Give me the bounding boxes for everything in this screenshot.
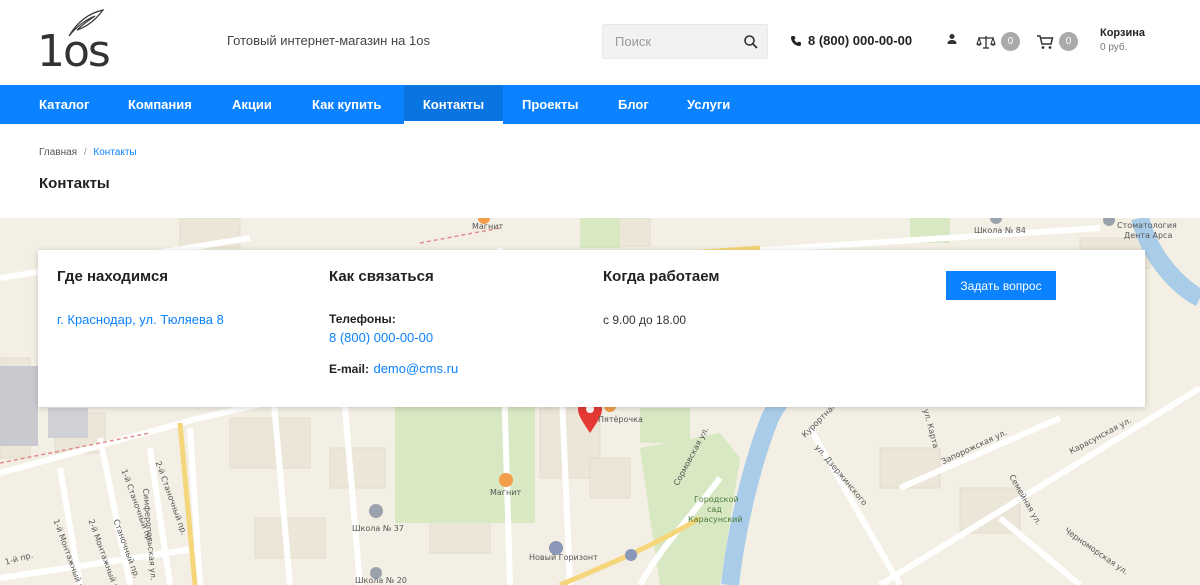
- map-label-school37: Школа № 37: [352, 524, 404, 533]
- compare-button[interactable]: 0: [976, 32, 1020, 51]
- user-icon: [947, 34, 957, 44]
- page-title: Контакты: [39, 175, 110, 192]
- map-label-magnit-2: Магнит: [490, 488, 522, 497]
- when-title: Когда работаем: [603, 268, 720, 285]
- feather-icon: [68, 9, 105, 37]
- cart-button[interactable]: 0: [1036, 32, 1078, 51]
- scales-icon: [976, 35, 996, 49]
- header: 1os Готовый интернет-магазин на 1os 8 (8…: [0, 0, 1200, 85]
- phone-link[interactable]: 8 (800) 000-00-00: [329, 330, 433, 345]
- logo[interactable]: 1os: [37, 8, 112, 77]
- nav-item-company[interactable]: Компания: [128, 85, 192, 124]
- map-label-school84: Школа № 84: [974, 226, 1026, 235]
- email-link[interactable]: demo@cms.ru: [373, 361, 458, 376]
- nav-item-catalog[interactable]: Каталог: [39, 85, 89, 124]
- main-nav: Каталог Компания Акции Как купить Контак…: [0, 85, 1200, 124]
- account-button[interactable]: [945, 32, 959, 46]
- map-label-dentistry-name: Дента Арса: [1124, 231, 1173, 240]
- search-input[interactable]: [603, 25, 733, 58]
- breadcrumb-separator: /: [83, 147, 87, 158]
- map-label-magnit: Магнит: [472, 222, 504, 231]
- phone-icon: [791, 35, 801, 46]
- nav-item-contacts[interactable]: Контакты: [404, 85, 503, 124]
- address-link[interactable]: г. Краснодар, ул. Тюляева 8: [57, 312, 224, 327]
- nav-item-promotions[interactable]: Акции: [232, 85, 272, 124]
- cart-sum: 0 руб.: [1100, 42, 1128, 53]
- breadcrumb-current: Контакты: [93, 147, 137, 158]
- how-title: Как связаться: [329, 268, 434, 285]
- map-label-dentistry: Стоматология: [1117, 221, 1177, 230]
- compare-count-badge: 0: [1001, 32, 1020, 51]
- map-label-garden: Городской: [694, 495, 739, 504]
- tagline: Готовый интернет-магазин на 1os: [227, 33, 430, 48]
- contacts-card: Где находимся г. Краснодар, ул. Тюляева …: [38, 250, 1145, 407]
- email-label: E-mail:: [329, 362, 370, 376]
- map-label-novy-gorizont: Новый Горизонт: [529, 553, 598, 562]
- map-label-garden-3: Карасунский: [688, 515, 743, 524]
- phones-label: Телефоны:: [329, 312, 396, 326]
- nav-item-services[interactable]: Услуги: [687, 85, 730, 124]
- where-title: Где находимся: [57, 268, 169, 285]
- email-row: E-mail: demo@cms.ru: [329, 360, 458, 378]
- search-icon[interactable]: [743, 34, 759, 50]
- map-label-school20: Школа № 20: [355, 576, 407, 585]
- header-phone[interactable]: 8 (800) 000-00-00: [790, 33, 912, 48]
- ask-question-button[interactable]: Задать вопрос: [946, 271, 1056, 300]
- working-hours: с 9.00 до 18.00: [603, 313, 687, 327]
- breadcrumb: Главная / Контакты: [39, 147, 137, 158]
- cart-icon: [1037, 34, 1054, 49]
- nav-item-projects[interactable]: Проекты: [522, 85, 578, 124]
- phone-number: 8 (800) 000-00-00: [808, 33, 913, 48]
- map-label-garden-2: сад: [707, 505, 722, 514]
- cart-count-badge: 0: [1059, 32, 1078, 51]
- search-box: [602, 24, 768, 59]
- nav-item-blog[interactable]: Блог: [618, 85, 649, 124]
- map-label-pyaterochka: Пятёрочка: [598, 415, 643, 424]
- breadcrumb-home[interactable]: Главная: [39, 147, 77, 158]
- nav-item-how-to-buy[interactable]: Как купить: [312, 85, 381, 124]
- cart-label[interactable]: Корзина: [1100, 27, 1145, 39]
